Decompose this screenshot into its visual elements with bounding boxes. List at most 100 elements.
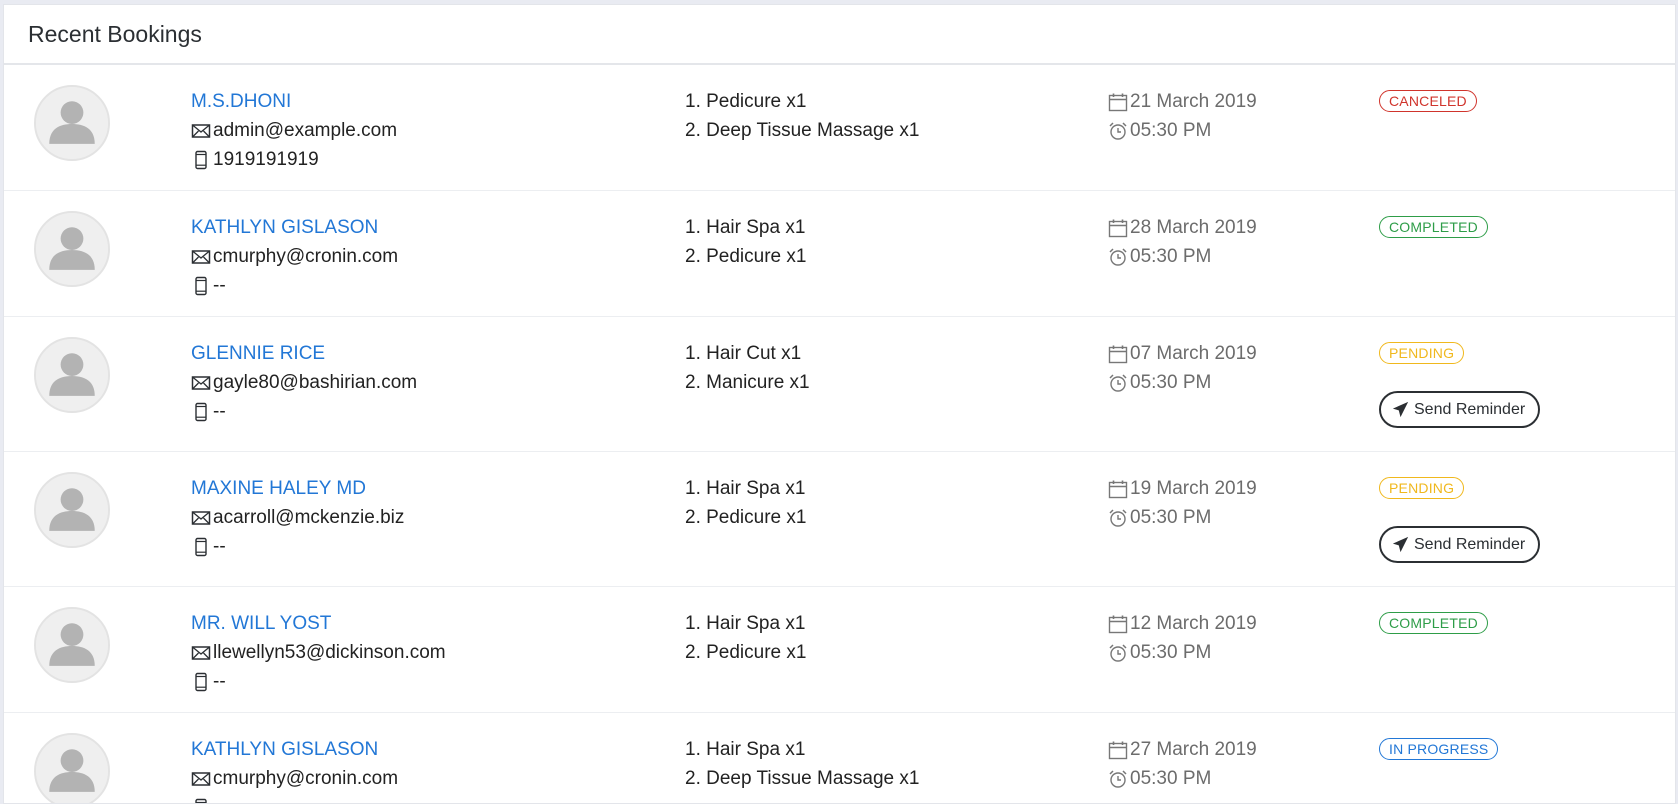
alarm-clock-icon: [1108, 247, 1128, 267]
customer-phone-text: --: [213, 271, 226, 300]
booking-date: 07 March 2019: [1108, 339, 1257, 368]
customer-info: MR. WILL YOSTllewellyn53@dickinson.com--: [191, 609, 446, 696]
avatar: [34, 211, 110, 287]
booking-datetime: 07 March 201905:30 PM: [1108, 339, 1257, 397]
booking-time-text: 05:30 PM: [1130, 503, 1211, 532]
customer-phone: --: [191, 532, 404, 561]
customer-email-text: cmurphy@cronin.com: [213, 242, 398, 271]
booking-datetime: 27 March 201905:30 PM: [1108, 735, 1257, 793]
booking-date-text: 27 March 2019: [1130, 735, 1257, 764]
customer-email: admin@example.com: [191, 116, 397, 145]
booking-row: MAXINE HALEY MDacarroll@mckenzie.biz-- 1.…: [4, 452, 1675, 587]
service-item: 2. Deep Tissue Massage x1: [685, 116, 919, 145]
customer-phone: --: [191, 397, 417, 426]
booking-time: 05:30 PM: [1108, 242, 1257, 271]
avatar: [34, 337, 110, 413]
status-badge: COMPLETED: [1379, 612, 1488, 634]
customer-name-link[interactable]: M.S.DHONI: [191, 87, 291, 116]
mobile-phone-icon: [191, 672, 211, 692]
status-badge: PENDING: [1379, 342, 1464, 364]
service-item: 2. Pedicure x1: [685, 503, 806, 532]
avatar: [34, 607, 110, 683]
booking-time: 05:30 PM: [1108, 116, 1257, 145]
booking-date-text: 19 March 2019: [1130, 474, 1257, 503]
service-item: 2. Deep Tissue Massage x1: [685, 764, 919, 793]
envelope-icon: [191, 508, 211, 528]
booking-status: CANCELED: [1379, 90, 1477, 112]
booking-status: IN PROGRESS: [1379, 738, 1498, 760]
service-item: 2. Manicure x1: [685, 368, 810, 397]
booking-date-text: 28 March 2019: [1130, 213, 1257, 242]
booking-status: COMPLETED: [1379, 216, 1488, 238]
booking-time: 05:30 PM: [1108, 368, 1257, 397]
calendar-icon: [1108, 479, 1128, 499]
services-list: 1. Hair Spa x12. Pedicure x1: [685, 474, 806, 532]
service-item: 1. Pedicure x1: [685, 87, 919, 116]
calendar-icon: [1108, 218, 1128, 238]
booking-date: 27 March 2019: [1108, 735, 1257, 764]
customer-info: GLENNIE RICEgayle80@bashirian.com--: [191, 339, 417, 426]
mobile-phone-icon: [191, 798, 211, 804]
customer-phone-text: 1919191919: [213, 145, 319, 174]
customer-phone: --: [191, 667, 446, 696]
customer-name-line: GLENNIE RICE: [191, 339, 417, 368]
booking-time: 05:30 PM: [1108, 503, 1257, 532]
service-item: 1. Hair Spa x1: [685, 735, 919, 764]
customer-name-link[interactable]: KATHLYN GISLASON: [191, 735, 378, 764]
status-badge: COMPLETED: [1379, 216, 1488, 238]
send-reminder-button[interactable]: Send Reminder: [1379, 526, 1540, 563]
envelope-icon: [191, 769, 211, 789]
booking-date-text: 12 March 2019: [1130, 609, 1257, 638]
service-item: 2. Pedicure x1: [685, 638, 806, 667]
services-list: 1. Hair Cut x12. Manicure x1: [685, 339, 810, 397]
calendar-icon: [1108, 92, 1128, 112]
customer-phone: --: [191, 271, 398, 300]
status-badge: PENDING: [1379, 477, 1464, 499]
envelope-icon: [191, 643, 211, 663]
customer-name-link[interactable]: MR. WILL YOST: [191, 609, 331, 638]
booking-datetime: 19 March 201905:30 PM: [1108, 474, 1257, 532]
booking-time-text: 05:30 PM: [1130, 368, 1211, 397]
recent-bookings-card: Recent Bookings M.S.DHONIadmin@example.c…: [3, 4, 1676, 804]
customer-name-link[interactable]: GLENNIE RICE: [191, 339, 325, 368]
booking-time: 05:30 PM: [1108, 764, 1257, 793]
envelope-icon: [191, 373, 211, 393]
booking-datetime: 28 March 201905:30 PM: [1108, 213, 1257, 271]
booking-date: 12 March 2019: [1108, 609, 1257, 638]
card-header: Recent Bookings: [4, 5, 1675, 65]
services-list: 1. Pedicure x12. Deep Tissue Massage x1: [685, 87, 919, 145]
envelope-icon: [191, 121, 211, 141]
customer-name-link[interactable]: KATHLYN GISLASON: [191, 213, 378, 242]
customer-email: cmurphy@cronin.com: [191, 242, 398, 271]
booking-date: 19 March 2019: [1108, 474, 1257, 503]
card-title: Recent Bookings: [28, 21, 202, 48]
service-item: 1. Hair Cut x1: [685, 339, 810, 368]
service-item: 1. Hair Spa x1: [685, 213, 806, 242]
booking-row: MR. WILL YOSTllewellyn53@dickinson.com--…: [4, 587, 1675, 713]
mobile-phone-icon: [191, 537, 211, 557]
alarm-clock-icon: [1108, 643, 1128, 663]
customer-name-line: KATHLYN GISLASON: [191, 735, 398, 764]
send-reminder-button[interactable]: Send Reminder: [1379, 391, 1540, 428]
booking-status: PENDING Send Reminder: [1379, 342, 1540, 428]
booking-status: COMPLETED: [1379, 612, 1488, 634]
services-list: 1. Hair Spa x12. Pedicure x1: [685, 213, 806, 271]
customer-email: acarroll@mckenzie.biz: [191, 503, 404, 532]
alarm-clock-icon: [1108, 373, 1128, 393]
customer-email: cmurphy@cronin.com: [191, 764, 398, 793]
customer-info: KATHLYN GISLASONcmurphy@cronin.com--: [191, 735, 398, 804]
booking-row: KATHLYN GISLASONcmurphy@cronin.com-- 1. H…: [4, 713, 1675, 804]
paper-plane-icon: [1392, 536, 1409, 553]
customer-phone-text: --: [213, 667, 226, 696]
services-list: 1. Hair Spa x12. Pedicure x1: [685, 609, 806, 667]
customer-name-link[interactable]: MAXINE HALEY MD: [191, 474, 366, 503]
customer-phone-text: --: [213, 397, 226, 426]
service-item: 2. Pedicure x1: [685, 242, 806, 271]
customer-email-text: llewellyn53@dickinson.com: [213, 638, 446, 667]
customer-info: M.S.DHONIadmin@example.com1919191919: [191, 87, 397, 174]
send-reminder-label: Send Reminder: [1414, 536, 1525, 554]
customer-name-line: MR. WILL YOST: [191, 609, 446, 638]
services-list: 1. Hair Spa x12. Deep Tissue Massage x1: [685, 735, 919, 793]
booking-time-text: 05:30 PM: [1130, 638, 1211, 667]
avatar: [34, 733, 110, 804]
